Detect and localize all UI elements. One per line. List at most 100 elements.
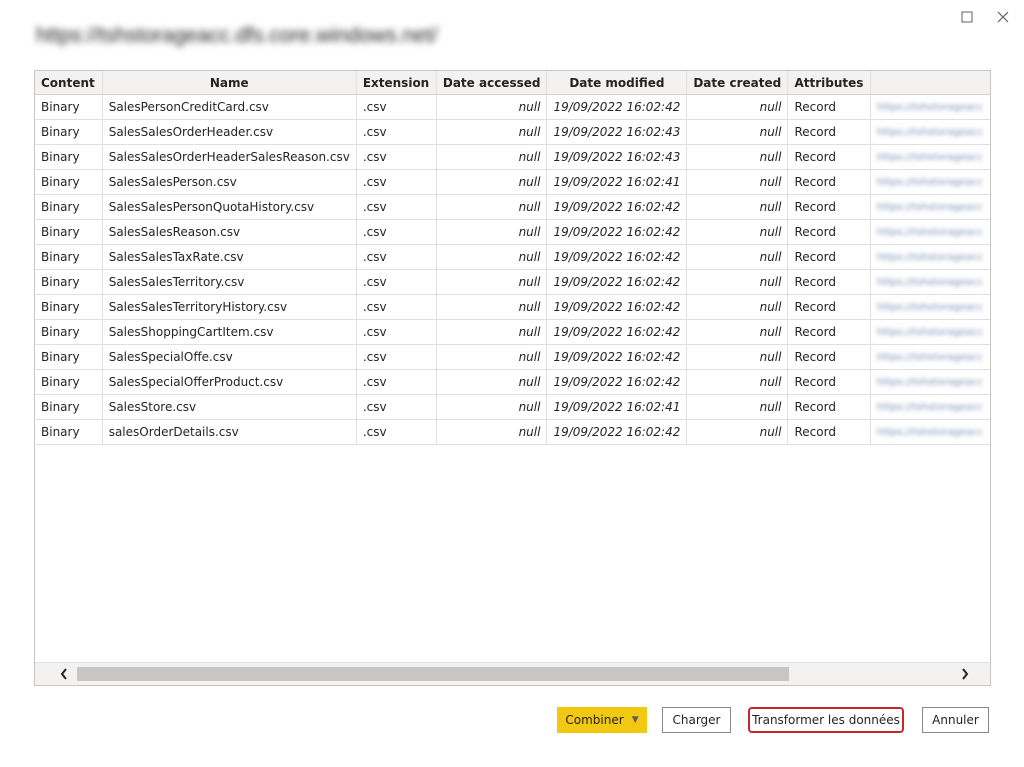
cell-name: SalesSalesTaxRate.csv: [102, 244, 357, 270]
column-header-name[interactable]: Name: [102, 71, 357, 95]
table-row[interactable]: Binary SalesSalesPerson.csv .csv null 19/09/…: [35, 169, 990, 195]
column-header-attributes[interactable]: Attributes: [787, 71, 871, 95]
cell-content[interactable]: Binary: [35, 269, 103, 295]
cell-content[interactable]: Binary: [35, 394, 103, 420]
cell-date-created: null: [686, 369, 789, 395]
cell-extension: .csv: [356, 169, 437, 195]
cell-folder-path: https://tshstorageacc: [870, 244, 990, 270]
cancel-button[interactable]: Annuler: [922, 707, 989, 733]
cell-attributes[interactable]: Record: [787, 144, 871, 170]
cell-extension: .csv: [356, 244, 437, 270]
chevron-down-icon[interactable]: ▼: [632, 715, 639, 725]
cell-attributes[interactable]: Record: [787, 319, 871, 345]
cell-content[interactable]: Binary: [35, 119, 103, 145]
cell-attributes[interactable]: Record: [787, 269, 871, 295]
cell-date-modified: 19/09/2022 16:02:43: [546, 119, 688, 145]
cell-attributes[interactable]: Record: [787, 244, 871, 270]
cell-attributes[interactable]: Record: [787, 194, 871, 220]
table-row[interactable]: Binary SalesSalesTerritoryHistory.csv .csv…: [35, 294, 990, 320]
cell-name: SalesSalesPerson.csv: [102, 169, 357, 195]
column-header-content[interactable]: Content: [35, 71, 103, 95]
table-row[interactable]: Binary SalesSalesTerritory.csv .csv null 19/…: [35, 269, 990, 295]
table-body: Binary SalesPersonCreditCard.csv .csv null 1…: [35, 94, 990, 445]
table-row[interactable]: Binary SalesSalesOrderHeader.csv .csv null 1…: [35, 119, 990, 145]
cell-name: SalesSalesReason.csv: [102, 219, 357, 245]
cell-date-accessed: null: [436, 169, 548, 195]
cell-date-accessed: null: [436, 419, 548, 445]
column-header-date-created[interactable]: Date created: [686, 71, 789, 95]
table-row[interactable]: Binary SalesSpecialOfferProduct.csv .csv nu…: [35, 369, 990, 395]
cell-attributes[interactable]: Record: [787, 344, 871, 370]
cell-content[interactable]: Binary: [35, 194, 103, 220]
cell-attributes[interactable]: Record: [787, 219, 871, 245]
cell-folder-path: https://tshstorageacc: [870, 144, 990, 170]
cell-content[interactable]: Binary: [35, 219, 103, 245]
column-header-date-modified[interactable]: Date modified: [546, 71, 688, 95]
cell-content[interactable]: Binary: [35, 144, 103, 170]
scrollbar-thumb[interactable]: [77, 667, 789, 681]
cell-folder-path: https://tshstorageacc: [870, 419, 990, 445]
cell-folder-path: https://tshstorageacc: [870, 319, 990, 345]
load-button[interactable]: Charger: [662, 707, 731, 733]
combine-button[interactable]: Combiner ▼: [557, 707, 647, 733]
cell-attributes[interactable]: Record: [787, 294, 871, 320]
cell-name: salesOrderDetails.csv: [102, 419, 357, 445]
table-row[interactable]: Binary SalesShoppingCartItem.csv .csv null 1…: [35, 319, 990, 345]
cell-folder-path: https://tshstorageacc: [870, 294, 990, 320]
cell-date-accessed: null: [436, 144, 548, 170]
cell-date-accessed: null: [436, 294, 548, 320]
cell-name: SalesPersonCreditCard.csv: [102, 94, 357, 120]
table-row[interactable]: Binary salesOrderDetails.csv .csv null 19/09…: [35, 419, 990, 445]
table-row[interactable]: Binary SalesSalesPersonQuotaHistory.csv .c…: [35, 194, 990, 220]
cell-date-modified: 19/09/2022 16:02:42: [546, 244, 688, 270]
horizontal-scrollbar[interactable]: [35, 662, 990, 685]
cell-attributes[interactable]: Record: [787, 369, 871, 395]
cell-date-created: null: [686, 94, 789, 120]
table-row[interactable]: Binary SalesPersonCreditCard.csv .csv null 1…: [35, 94, 990, 120]
cell-content[interactable]: Binary: [35, 169, 103, 195]
cell-date-accessed: null: [436, 244, 548, 270]
cell-content[interactable]: Binary: [35, 319, 103, 345]
cell-content[interactable]: Binary: [35, 94, 103, 120]
maximize-icon[interactable]: [956, 6, 978, 28]
column-header-extension[interactable]: Extension: [356, 71, 437, 95]
cell-content[interactable]: Binary: [35, 294, 103, 320]
cell-date-accessed: null: [436, 369, 548, 395]
cell-date-accessed: null: [436, 269, 548, 295]
cell-extension: .csv: [356, 119, 437, 145]
cell-name: SalesSalesPersonQuotaHistory.csv: [102, 194, 357, 220]
cell-extension: .csv: [356, 144, 437, 170]
transform-data-button[interactable]: Transformer les données: [748, 707, 904, 733]
cell-content[interactable]: Binary: [35, 244, 103, 270]
cell-attributes[interactable]: Record: [787, 119, 871, 145]
table-row[interactable]: Binary SalesSalesTaxRate.csv .csv null 19/09…: [35, 244, 990, 270]
cell-attributes[interactable]: Record: [787, 419, 871, 445]
cell-folder-path: https://tshstorageacc: [870, 119, 990, 145]
cell-folder-path: https://tshstorageacc: [870, 94, 990, 120]
chevron-left-icon[interactable]: [53, 663, 75, 685]
cell-attributes[interactable]: Record: [787, 169, 871, 195]
cell-name: SalesStore.csv: [102, 394, 357, 420]
cell-attributes[interactable]: Record: [787, 94, 871, 120]
cell-date-modified: 19/09/2022 16:02:42: [546, 344, 688, 370]
cell-name: SalesSalesOrderHeader.csv: [102, 119, 357, 145]
column-header-date-accessed[interactable]: Date accessed: [436, 71, 548, 95]
cell-folder-path: https://tshstorageacc: [870, 344, 990, 370]
cell-content[interactable]: Binary: [35, 344, 103, 370]
cell-extension: .csv: [356, 344, 437, 370]
chevron-right-icon[interactable]: [954, 663, 976, 685]
table-row[interactable]: Binary SalesStore.csv .csv null 19/09/2022 1…: [35, 394, 990, 420]
cell-content[interactable]: Binary: [35, 419, 103, 445]
cell-name: SalesShoppingCartItem.csv: [102, 319, 357, 345]
close-icon[interactable]: [992, 6, 1014, 28]
table-row[interactable]: Binary SalesSalesReason.csv .csv null 19/09/…: [35, 219, 990, 245]
dialog-title: https://tshstorageacc.dfs.core.windows.n…: [36, 24, 438, 47]
cell-content[interactable]: Binary: [35, 369, 103, 395]
cell-extension: .csv: [356, 369, 437, 395]
cell-name: SalesSpecialOffe.csv: [102, 344, 357, 370]
cell-attributes[interactable]: Record: [787, 394, 871, 420]
column-header-folder-path[interactable]: [870, 71, 990, 95]
table-row[interactable]: Binary SalesSalesOrderHeaderSalesReason.c…: [35, 144, 990, 170]
cell-folder-path: https://tshstorageacc: [870, 169, 990, 195]
table-row[interactable]: Binary SalesSpecialOffe.csv .csv null 19/09/…: [35, 344, 990, 370]
